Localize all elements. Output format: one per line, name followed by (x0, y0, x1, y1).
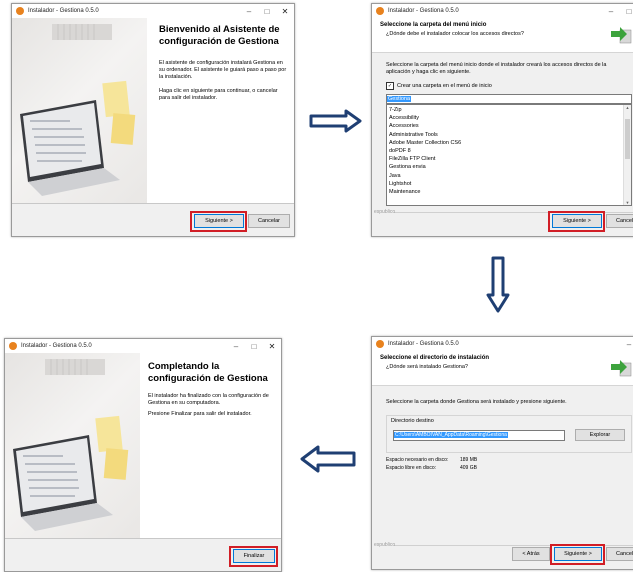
window-title: Instalador - Gestiona 0.5.0 (28, 8, 99, 14)
space-required-value: 189 MB (460, 457, 478, 463)
sidebar-image (12, 18, 147, 204)
space-free-label: Espacio libre en disco: (386, 465, 437, 471)
folder-list-item[interactable]: Maintenance (389, 188, 623, 196)
welcome-panel: Bienvenido al Asistente de configuración… (147, 18, 294, 204)
sidebar-image (5, 353, 140, 539)
space-free-value: 409 GB (460, 465, 477, 471)
folder-list-item[interactable]: Lightshot (389, 180, 623, 188)
maximize-button[interactable]: □ (245, 342, 263, 351)
app-icon (9, 342, 17, 350)
scroll-down-icon[interactable]: ▼ (624, 200, 631, 205)
folder-name-value: Gestiona (387, 96, 412, 102)
installer-window-finish: Instalador - Gestiona 0.5.0 – □ ✕ Comple… (4, 338, 282, 572)
page-title: Seleccione el directorio de instalación (380, 355, 490, 361)
folder-list-item[interactable]: FileZilla FTP Client (389, 155, 623, 163)
title-bar[interactable]: Instalador - Gestiona 0.5.0 – (372, 337, 633, 351)
header-band: Seleccione la carpeta del menú inicio ¿D… (372, 18, 633, 53)
header-band: Seleccione el directorio de instalación … (372, 351, 633, 386)
scrollbar[interactable]: ▲ ▼ (623, 105, 631, 205)
scrollbar-thumb[interactable] (625, 119, 630, 159)
maximize-button[interactable]: □ (620, 7, 633, 16)
minimize-button[interactable]: – (620, 340, 633, 349)
title-bar[interactable]: Instalador - Gestiona 0.5.0 – □ ✕ (5, 339, 281, 353)
destination-path-input[interactable]: C:\Users\AMBOIVAN_AppData\Roaming\Gestio… (393, 430, 565, 441)
finish-text-exit: Presione Finalizar para salir del instal… (148, 411, 252, 417)
brand-label: espublico (374, 542, 396, 548)
folder-list-item[interactable]: Administrative Tools (389, 131, 623, 139)
folder-list-item[interactable]: Accessories (389, 122, 623, 130)
welcome-heading: Bienvenido al Asistente de configuración… (159, 24, 280, 47)
page-subtitle: ¿Dónde debe el instalador colocar los ac… (386, 31, 524, 37)
minimize-button[interactable]: – (227, 342, 245, 351)
welcome-text-continue: Haga clic en siguiente para continuar, o… (159, 88, 278, 101)
cancel-button[interactable]: Cancelar (248, 214, 290, 228)
destination-group: Directorio destino C:\Users\AMBOIVAN_App… (386, 415, 632, 453)
folder-list-item[interactable]: Java (389, 172, 623, 180)
back-button[interactable]: < Atrás (512, 547, 550, 561)
welcome-text: El asistente de configuración instalará … (159, 60, 287, 80)
minimize-button[interactable]: – (240, 7, 258, 16)
instruction-text: Seleccione la carpeta donde Gestiona ser… (386, 399, 567, 405)
folder-list-item[interactable]: Adobe Master Collection CS6 (389, 139, 623, 147)
destination-path-value: C:\Users\AMBOIVAN_AppData\Roaming\Gestio… (394, 432, 508, 438)
laptop-illustration (13, 359, 129, 531)
footer-divider (5, 538, 281, 539)
checkbox-label: Crear una carpeta en el menú de inicio (397, 83, 492, 89)
laptop-illustration (20, 24, 136, 196)
scroll-up-icon[interactable]: ▲ (624, 105, 631, 110)
install-arrow-icon (611, 27, 632, 44)
folder-list-item[interactable]: Gestiona envia (389, 163, 623, 171)
minimize-button[interactable]: – (602, 7, 620, 16)
app-icon (376, 340, 384, 348)
cancel-button[interactable]: Cancelar (606, 214, 633, 228)
folder-list-item[interactable]: Accessibility (389, 114, 623, 122)
finish-text: El instalador ha finalizado con la confi… (148, 393, 269, 406)
page-title: Seleccione la carpeta del menú inicio (380, 22, 487, 28)
create-folder-checkbox[interactable]: ✓ Crear una carpeta en el menú de inicio (386, 82, 492, 90)
browse-button[interactable]: Explorar (575, 429, 625, 441)
folder-name-input[interactable]: Gestiona (386, 94, 632, 104)
finish-panel: Completando la configuración de Gestiona… (140, 353, 281, 539)
folder-list-item[interactable]: 7-Zip (389, 106, 623, 114)
finish-heading: Completando la configuración de Gestiona (148, 361, 268, 384)
instruction-text: Seleccione la carpeta del menú inicio do… (386, 62, 607, 75)
space-required-label: Espacio necesario en disco: (386, 457, 449, 463)
window-title: Instalador - Gestiona 0.5.0 (388, 8, 459, 14)
cancel-button[interactable]: Cancelar (606, 547, 633, 561)
folder-list[interactable]: 7-Zip Accessibility Accessories Administrat… (386, 104, 632, 206)
brand-label: espublico (374, 209, 396, 215)
arrow-left-icon (300, 445, 356, 473)
destination-label: Directorio destino (391, 418, 434, 424)
arrow-right-icon (309, 109, 362, 133)
footer-divider (12, 203, 294, 204)
installer-window-directory: Instalador - Gestiona 0.5.0 – Seleccione… (371, 336, 633, 570)
close-button[interactable]: ✕ (276, 7, 294, 16)
page-subtitle: ¿Dónde será instalado Gestiona? (386, 364, 468, 370)
window-title: Instalador - Gestiona 0.5.0 (21, 343, 92, 349)
arrow-down-icon (486, 256, 510, 313)
title-bar[interactable]: Instalador - Gestiona 0.5.0 – □ (372, 4, 633, 18)
highlight-box (229, 546, 278, 567)
folder-list-item[interactable]: doPDF 8 (389, 147, 623, 155)
checkbox-icon[interactable]: ✓ (386, 82, 394, 90)
highlight-box (548, 211, 605, 232)
maximize-button[interactable]: □ (258, 7, 276, 16)
title-bar[interactable]: Instalador - Gestiona 0.5.0 – □ ✕ (12, 4, 294, 18)
close-button[interactable]: ✕ (263, 342, 281, 351)
window-title: Instalador - Gestiona 0.5.0 (388, 341, 459, 347)
highlight-box (190, 211, 247, 232)
app-icon (16, 7, 24, 15)
installer-window-welcome: Instalador - Gestiona 0.5.0 – □ ✕ Bienve… (11, 3, 295, 237)
installer-window-start-menu: Instalador - Gestiona 0.5.0 – □ Seleccio… (371, 3, 633, 237)
app-icon (376, 7, 384, 15)
install-arrow-icon (611, 360, 632, 377)
highlight-box (550, 544, 605, 565)
